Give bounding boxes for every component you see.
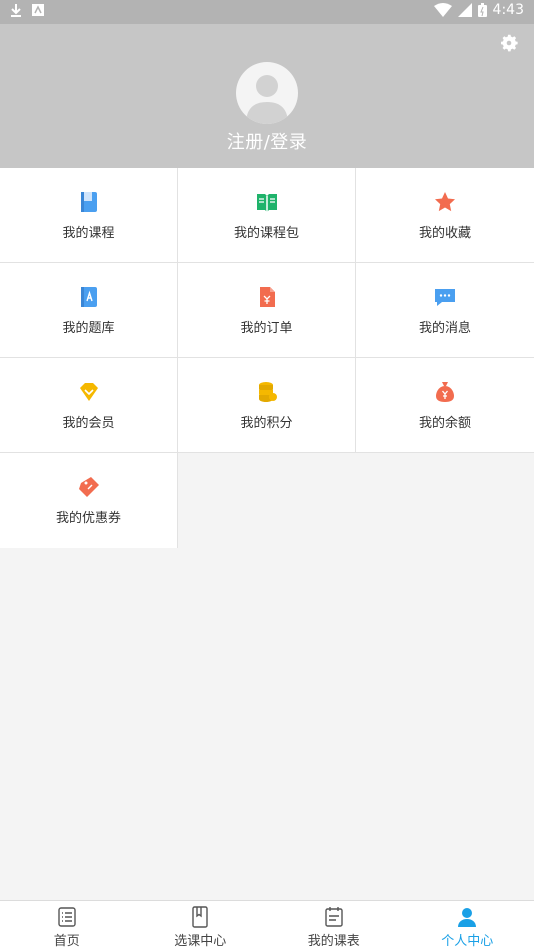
tab-personal-center[interactable]: 个人中心 <box>401 901 534 951</box>
vip-icon <box>77 380 101 404</box>
menu-item-my-points[interactable]: 我的积分 <box>178 358 356 452</box>
wifi-icon <box>434 3 452 17</box>
menu-row: 我的课程 我的课程包 我的收藏 <box>0 168 534 263</box>
question-bank-icon <box>77 285 101 309</box>
avatar[interactable] <box>236 62 298 124</box>
menu-item-my-balance[interactable]: 我的余额 <box>356 358 534 452</box>
menu-row: 我的题库 我的订单 我的消息 <box>0 263 534 358</box>
menu-item-label: 我的积分 <box>240 412 292 431</box>
message-icon <box>433 285 457 309</box>
menu-row: 我的会员 我的积分 我的余额 <box>0 358 534 453</box>
menu-item-my-orders[interactable]: 我的订单 <box>178 263 356 357</box>
coins-icon <box>255 380 279 404</box>
menu-item-my-membership[interactable]: 我的会员 <box>0 358 178 452</box>
menu-item-my-courses[interactable]: 我的课程 <box>0 168 178 262</box>
course-book-icon <box>189 906 211 928</box>
menu-item-label: 我的收藏 <box>419 222 471 241</box>
menu-item-my-course-packages[interactable]: 我的课程包 <box>178 168 356 262</box>
menu-item-my-question-bank[interactable]: 我的题库 <box>0 263 178 357</box>
battery-icon <box>478 3 487 17</box>
avatar-icon <box>236 62 298 124</box>
menu-item-my-messages[interactable]: 我的消息 <box>356 263 534 357</box>
money-bag-icon <box>433 380 457 404</box>
menu-item-label: 我的余额 <box>419 412 471 431</box>
signal-icon <box>458 3 472 17</box>
person-icon <box>456 906 478 928</box>
schedule-icon <box>323 906 345 928</box>
menu-item-my-coupons[interactable]: 我的优惠券 <box>0 453 178 548</box>
status-bar: 4:43 <box>0 0 534 24</box>
menu-item-label: 我的题库 <box>62 317 114 336</box>
menu-item-label: 我的订单 <box>240 317 292 336</box>
order-icon <box>255 285 279 309</box>
star-icon <box>433 190 457 214</box>
clock: 4:43 <box>493 2 524 18</box>
tab-home[interactable]: 首页 <box>0 901 134 951</box>
menu-item-my-favorites[interactable]: 我的收藏 <box>356 168 534 262</box>
menu-grid: 我的课程 我的课程包 我的收藏 我的题库 我的订单 我的消息 我的会员 <box>0 168 534 453</box>
tab-label: 我的课表 <box>308 930 360 949</box>
coupon-icon <box>77 475 101 499</box>
gear-icon[interactable] <box>498 32 520 54</box>
home-list-icon <box>56 906 78 928</box>
tab-my-schedule[interactable]: 我的课表 <box>267 901 401 951</box>
bottom-tab-bar: 首页 选课中心 我的课表 个人中心 <box>0 900 534 951</box>
tab-label: 个人中心 <box>441 930 493 949</box>
menu-item-label: 我的会员 <box>62 412 114 431</box>
tab-course-center[interactable]: 选课中心 <box>134 901 268 951</box>
profile-header: 注册/登录 <box>0 24 534 168</box>
book-icon <box>77 190 101 214</box>
login-register-link[interactable]: 注册/登录 <box>0 128 534 154</box>
tab-label: 首页 <box>54 930 80 949</box>
menu-item-label: 我的优惠券 <box>56 507 121 526</box>
open-book-icon <box>255 190 279 214</box>
menu-item-label: 我的课程包 <box>234 222 299 241</box>
tab-label: 选课中心 <box>174 930 226 949</box>
menu-item-label: 我的课程 <box>62 222 114 241</box>
menu-item-label: 我的消息 <box>419 317 471 336</box>
download-icon <box>10 3 22 17</box>
app-icon <box>32 4 44 16</box>
menu-row-partial: 我的优惠券 <box>0 453 178 548</box>
